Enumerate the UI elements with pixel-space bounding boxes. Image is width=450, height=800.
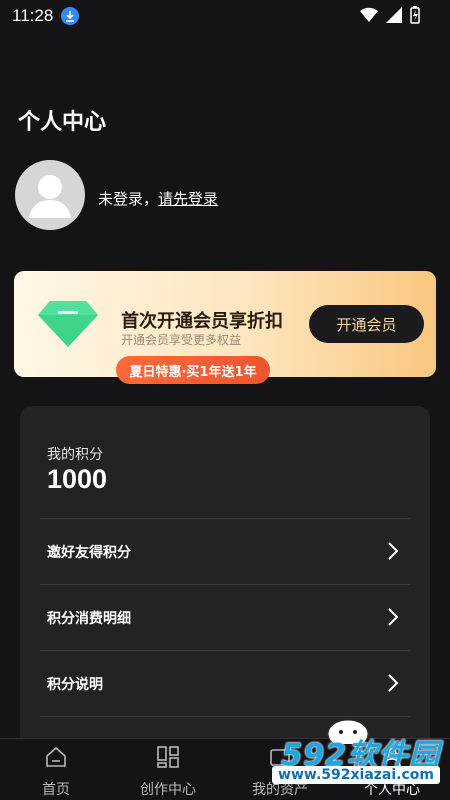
vip-subtitle: 开通会员享受更多权益	[121, 333, 242, 347]
menu-item-invite-friends[interactable]: 邀好友得积分	[40, 518, 410, 584]
watermark-url: www.592xiazai.com	[272, 766, 440, 784]
status-time: 11:28	[12, 6, 54, 25]
points-label: 我的积分	[47, 447, 103, 463]
tab-creation-center[interactable]: 创作中心	[123, 745, 213, 800]
tab-label: 创作中心	[140, 782, 196, 798]
chevron-right-icon	[388, 674, 399, 692]
signal-icon	[386, 7, 402, 23]
watermark: 592软件园 www.592xiazai.com	[246, 719, 450, 800]
login-link[interactable]: 请先登录	[158, 188, 218, 209]
points-value: 1000	[47, 464, 108, 494]
open-vip-button[interactable]: 开通会员	[309, 305, 424, 343]
chevron-right-icon	[388, 608, 399, 626]
status-bar: 11:28	[0, 0, 450, 32]
tab-home[interactable]: 首页	[11, 745, 101, 800]
user-icon	[29, 175, 71, 218]
diamond-icon	[38, 301, 98, 347]
home-icon	[46, 746, 66, 767]
menu-item-label: 邀好友得积分	[47, 544, 131, 561]
tab-label: 首页	[42, 782, 70, 798]
download-icon	[61, 7, 80, 25]
avatar[interactable]	[15, 160, 85, 230]
menu-item-points-history[interactable]: 积分消费明细	[40, 584, 410, 650]
menu-item-label: 积分消费明细	[47, 610, 131, 627]
wifi-icon	[360, 7, 378, 23]
menu-item-points-info[interactable]: 积分说明	[40, 650, 410, 716]
vip-title: 首次开通会员享折扣	[121, 311, 283, 332]
login-status-text: 未登录，	[98, 190, 159, 208]
menu-item-label: 积分说明	[47, 676, 103, 693]
battery-icon	[410, 6, 420, 24]
status-icons	[360, 6, 420, 24]
grid-icon	[157, 746, 179, 768]
page-title: 个人中心	[18, 110, 107, 135]
login-row: 未登录， 请先登录	[98, 188, 218, 209]
chevron-right-icon	[388, 542, 399, 560]
promo-badge[interactable]: 夏日特惠·买1年送1年	[116, 356, 270, 384]
